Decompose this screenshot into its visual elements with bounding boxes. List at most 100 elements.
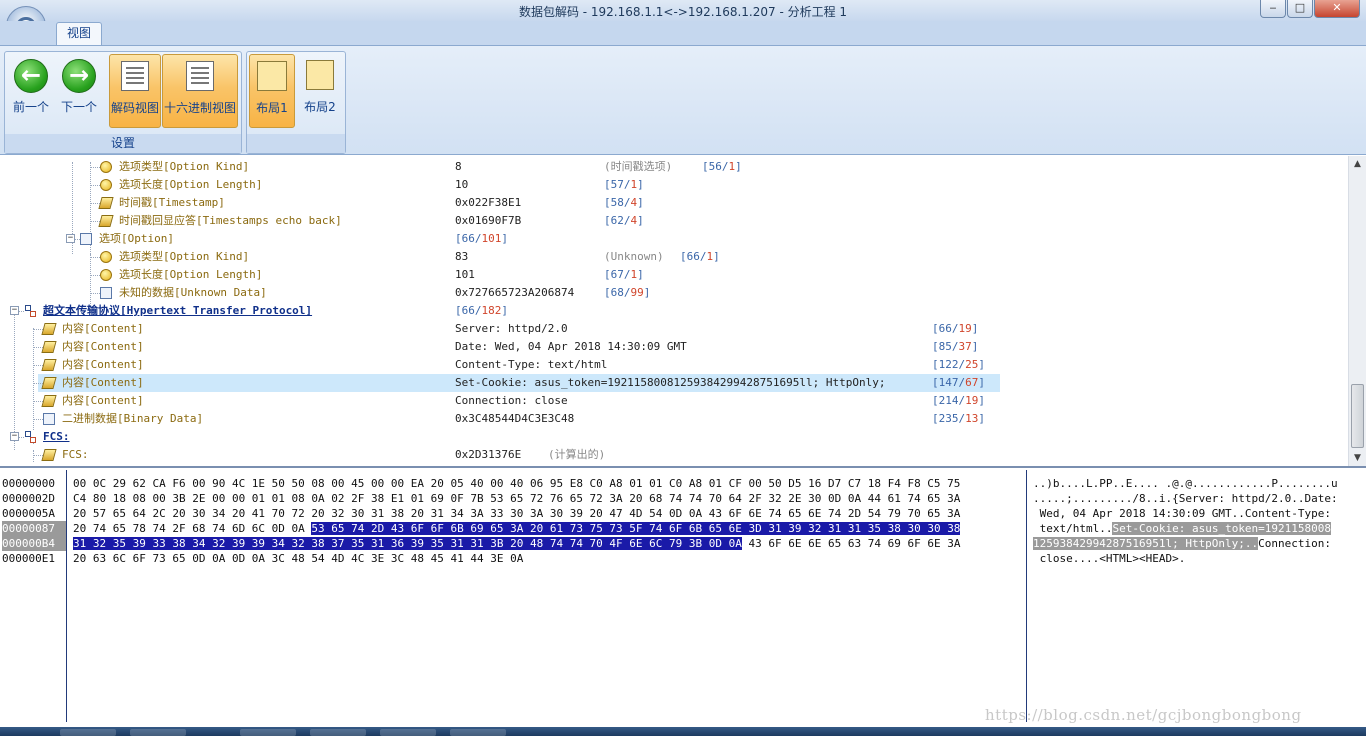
scroll-up-icon[interactable]: ▲ bbox=[1349, 156, 1366, 172]
collapse-toggle-icon[interactable]: − bbox=[66, 234, 75, 243]
ribbon: ← 前一个 → 下一个 解码视图 十六进制视图 设置 布局1 布局2 bbox=[0, 45, 1366, 155]
range-start: 147 bbox=[938, 376, 959, 389]
collapse-toggle-icon[interactable]: − bbox=[10, 306, 19, 315]
ascii-line[interactable]: text/html..Set-Cookie: asus_token=192115… bbox=[1033, 521, 1363, 536]
bytes: C4 80 18 08 00 3B 2E 00 00 01 01 08 0A 0… bbox=[73, 492, 961, 505]
field-document-icon bbox=[100, 287, 112, 299]
field-value: 8 bbox=[455, 160, 462, 173]
tree-row[interactable]: − 选项[Option] [66/101] bbox=[0, 230, 1347, 248]
field-note: (时间戳选项) bbox=[604, 160, 673, 173]
tree-scrollbar[interactable]: ▲ ▼ bbox=[1348, 156, 1366, 466]
range-length: 19 bbox=[965, 394, 979, 407]
taskbar-item[interactable] bbox=[380, 729, 436, 736]
bytes: text/html.. bbox=[1033, 522, 1113, 535]
offset-label: 000000B4 bbox=[2, 536, 66, 551]
tree-row[interactable]: 内容[Content] Content-Type: text/html [122/2… bbox=[0, 356, 1347, 374]
hex-view-label: 十六进制视图 bbox=[163, 101, 236, 115]
tree-row[interactable]: 内容[Content] Date: Wed, 04 Apr 2018 14:30:… bbox=[0, 338, 1347, 356]
decode-view-button[interactable]: 解码视图 bbox=[109, 54, 161, 128]
tree-row[interactable]: 选项类型[Option Kind] 8 (时间戳选项) [56/1] bbox=[0, 158, 1347, 176]
field-stack-icon bbox=[41, 323, 57, 335]
field-value: Content-Type: text/html bbox=[455, 358, 608, 371]
maximize-button[interactable]: □ bbox=[1287, 0, 1313, 18]
hex-line[interactable]: 20 74 65 78 74 2F 68 74 6D 6C 0D 0A 53 6… bbox=[73, 521, 1023, 536]
layout1-button[interactable]: 布局1 bbox=[249, 54, 295, 128]
tree-row[interactable]: FCS: 0x2D31376E (计算出的) bbox=[0, 446, 1347, 464]
tree-row[interactable]: 时间戳回显应答[Timestamps echo back] 0x01690F7B [… bbox=[0, 212, 1347, 230]
tree-node-label: 二进制数据[Binary Data] bbox=[62, 412, 204, 425]
bytes: Connection: bbox=[1258, 537, 1332, 550]
hex-line[interactable]: 31 32 35 39 33 38 34 32 39 39 34 32 38 3… bbox=[73, 536, 1023, 551]
tree-row[interactable]: 内容[Content] Server: httpd/2.0 [66/19] bbox=[0, 320, 1347, 338]
prev-button[interactable]: ← 前一个 bbox=[8, 54, 54, 128]
byte-range: [66/1] bbox=[680, 250, 720, 263]
hex-line[interactable]: 20 63 6C 6F 73 65 0D 0A 0D 0A 3C 48 54 4… bbox=[73, 551, 1023, 566]
decode-tree[interactable]: ▲ ▼ 选项类型[Option Kind] 8 (时间戳选项) [56/1] 选项长度[… bbox=[0, 156, 1366, 468]
scroll-thumb[interactable] bbox=[1351, 384, 1364, 448]
tree-node-label: 内容[Content] bbox=[62, 376, 144, 389]
hex-line[interactable]: C4 80 18 08 00 3B 2E 00 00 01 01 08 0A 0… bbox=[73, 491, 1023, 506]
ascii-line[interactable]: 12593842994287516951l; HttpOnly;..Connec… bbox=[1033, 536, 1363, 551]
taskbar-item[interactable] bbox=[310, 729, 366, 736]
hex-view-button[interactable]: 十六进制视图 bbox=[162, 54, 238, 128]
hex-bytes[interactable]: 00 0C 29 62 CA F6 00 90 4C 1E 50 50 08 0… bbox=[73, 476, 1023, 566]
tree-row[interactable]: 内容[Content] Set-Cookie: asus_token=192115… bbox=[0, 374, 1347, 392]
ascii-line[interactable]: .....;........./8..i.{Server: httpd/2.0.… bbox=[1033, 491, 1363, 506]
ascii-line[interactable]: Wed, 04 Apr 2018 14:30:09 GMT..Content-T… bbox=[1033, 506, 1363, 521]
byte-range: [66/101] bbox=[455, 232, 508, 245]
taskbar-item[interactable] bbox=[60, 729, 116, 736]
range-length: 99 bbox=[630, 286, 644, 299]
hex-line[interactable]: 00 0C 29 62 CA F6 00 90 4C 1E 50 50 08 0… bbox=[73, 476, 1023, 491]
range-length: 25 bbox=[965, 358, 979, 371]
tree-row[interactable]: − 超文本传输协议[Hypertext Transfer Protocol] [66… bbox=[0, 302, 1347, 320]
tree-row[interactable]: 选项类型[Option Kind] 83 (Unknown) [66/1] bbox=[0, 248, 1347, 266]
range-start: 66 bbox=[938, 322, 952, 335]
tree-node-label: 内容[Content] bbox=[62, 322, 144, 335]
range-length: 1 bbox=[630, 178, 638, 191]
decode-view-label: 解码视图 bbox=[110, 101, 159, 115]
field-note: (Unknown) bbox=[604, 250, 664, 263]
ascii-column[interactable]: ..)b....L.PP..E.... .@.@............P...… bbox=[1033, 476, 1363, 566]
field-value: 0x727665723A206874 bbox=[455, 286, 575, 299]
selected-bytes: Set-Cookie: asus_token=1921158008 bbox=[1112, 522, 1332, 535]
title-bar: 数据包解码 - 192.168.1.1<->192.168.1.207 - 分析… bbox=[0, 0, 1366, 21]
close-button[interactable]: ✕ bbox=[1314, 0, 1360, 18]
layout2-button[interactable]: 布局2 bbox=[297, 54, 343, 128]
field-coin-icon bbox=[100, 251, 112, 263]
field-value: Date: Wed, 04 Apr 2018 14:30:09 GMT bbox=[455, 340, 687, 353]
tree-guide-line bbox=[33, 329, 43, 330]
hex-pane[interactable]: 00000000 0000002D 0000005A 00000087 000000B4… bbox=[0, 470, 1366, 727]
field-note: (计算出的) bbox=[548, 448, 606, 461]
prev-label: 前一个 bbox=[12, 100, 49, 114]
minimize-button[interactable]: ‒ bbox=[1260, 0, 1286, 18]
range-start: 66 bbox=[461, 232, 475, 245]
range-length: 13 bbox=[965, 412, 979, 425]
next-button[interactable]: → 下一个 bbox=[56, 54, 102, 128]
taskbar-item[interactable] bbox=[240, 729, 296, 736]
tree-row[interactable]: 时间戳[Timestamp] 0x022F38E1 [58/4] bbox=[0, 194, 1347, 212]
bytes: close....<HTML><HEAD>. bbox=[1033, 552, 1186, 565]
taskbar-item[interactable] bbox=[130, 729, 186, 736]
tree-row[interactable]: 未知的数据[Unknown Data] 0x727665723A206874 [68… bbox=[0, 284, 1347, 302]
next-label: 下一个 bbox=[60, 100, 97, 114]
range-start: 214 bbox=[938, 394, 959, 407]
ascii-line[interactable]: ..)b....L.PP..E.... .@.@............P...… bbox=[1033, 476, 1363, 491]
range-start: 57 bbox=[610, 178, 624, 191]
field-document-icon bbox=[80, 233, 92, 245]
tree-row[interactable]: 选项长度[Option Length] 101 [67/1] bbox=[0, 266, 1347, 284]
taskbar-item[interactable] bbox=[450, 729, 506, 736]
byte-range: [85/37] bbox=[932, 340, 979, 353]
tree-row[interactable]: − FCS: bbox=[0, 428, 1347, 446]
tree-row[interactable]: 二进制数据[Binary Data] 0x3C48544D4C3E3C48 [235… bbox=[0, 410, 1347, 428]
tree-row[interactable]: 内容[Content] Connection: close [214/19] bbox=[0, 392, 1347, 410]
hex-line[interactable]: 20 57 65 64 2C 20 30 34 20 41 70 72 20 3… bbox=[73, 506, 1023, 521]
scroll-down-icon[interactable]: ▼ bbox=[1349, 450, 1366, 466]
collapse-toggle-icon[interactable]: − bbox=[10, 432, 19, 441]
ascii-line[interactable]: close....<HTML><HEAD>. bbox=[1033, 551, 1363, 566]
byte-range: [122/25] bbox=[932, 358, 985, 371]
tree-row[interactable]: 选项长度[Option Length] 10 [57/1] bbox=[0, 176, 1347, 194]
field-value: 83 bbox=[455, 250, 469, 263]
tree-guide-line bbox=[33, 419, 43, 420]
byte-range: [66/19] bbox=[932, 322, 979, 335]
tab-view[interactable]: 视图 bbox=[56, 22, 102, 45]
